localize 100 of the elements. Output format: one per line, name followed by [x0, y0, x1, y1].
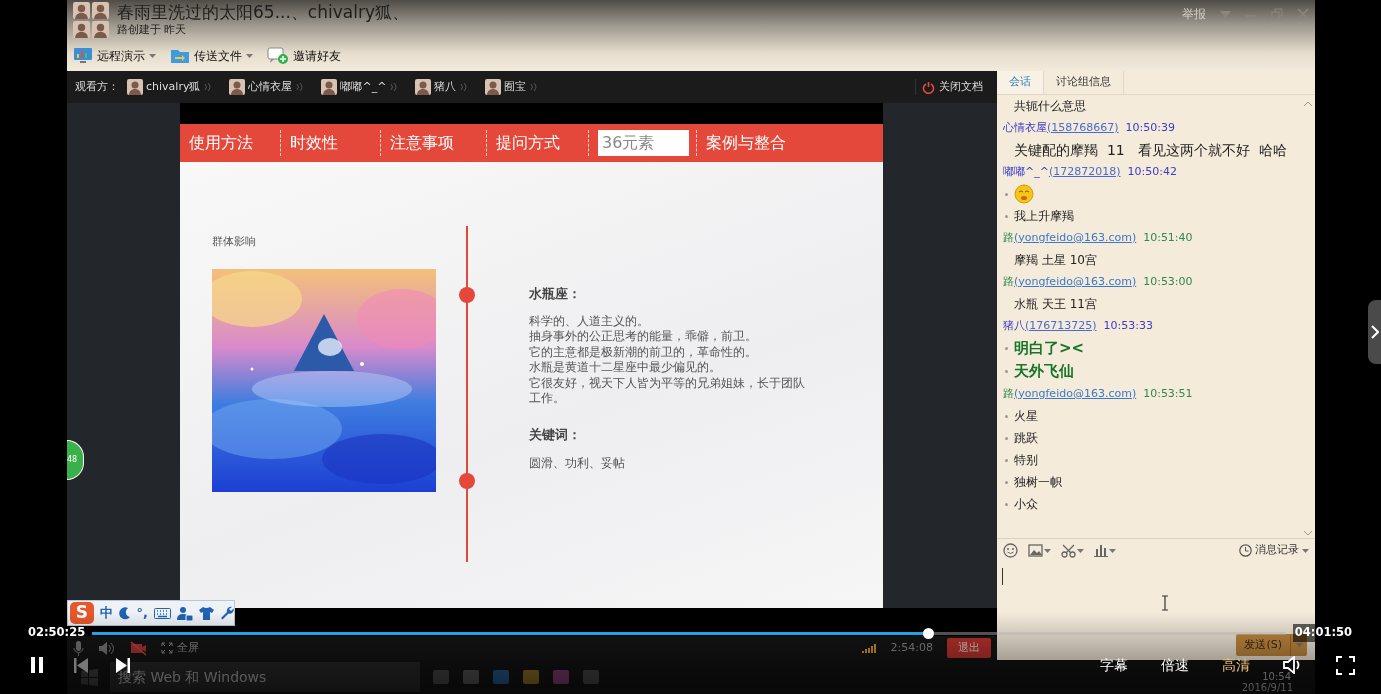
avatar-icon: [73, 2, 90, 19]
sound-icon: [459, 82, 470, 92]
microphone-icon[interactable]: [73, 639, 84, 657]
section-label: 群体影响: [212, 234, 257, 250]
avatar-icon: [73, 21, 90, 38]
sound-icon: [529, 82, 540, 92]
toolbar-button[interactable]: 远程演示: [73, 46, 156, 65]
viewer-name: 囿宝: [504, 78, 527, 95]
slide-nav-tab[interactable]: 案例与整合: [706, 131, 786, 155]
avatar-icon: [485, 79, 502, 95]
account-link[interactable]: (yongfeido@163.com): [1014, 273, 1137, 291]
scroll-up-icon[interactable]: [1303, 101, 1313, 107]
scroll-down-icon[interactable]: [1303, 530, 1313, 536]
search-field[interactable]: 搜索 Web 和 Windows: [110, 662, 420, 692]
slide-paragraph: 科学的、人道主义的。 抽身事外的公正思考的能量，乖僻，前卫。 它的主意都是极新潮的前卫的，革命性的。 水瓶是黄道十二星座中最少偏见的。 它很友好，视天下人皆为平等的兄弟姐妹，长于团队工作。: [529, 313, 805, 407]
slide-nav-tab[interactable]: 注意事项: [390, 131, 454, 155]
close-document-button[interactable]: 关闭文档: [915, 78, 989, 96]
viewer-name: chivalry狐: [146, 78, 201, 95]
player-option[interactable]: 倍速: [1161, 654, 1189, 676]
sound-icon: [203, 82, 214, 92]
chat-tab[interactable]: 讨论组信息: [1044, 71, 1124, 94]
caret-icon: [1302, 548, 1309, 553]
total-time: 04:01:50: [1292, 624, 1354, 642]
slide-heading: 关键词：: [529, 426, 582, 442]
caret-icon: [246, 53, 253, 58]
slide-heading: 水瓶座：: [529, 286, 582, 302]
sound-icon: [389, 82, 400, 92]
player-option[interactable]: 字幕: [1100, 654, 1128, 676]
viewer-name: 心情衣屋: [248, 78, 293, 95]
report-link[interactable]: 举报: [1182, 5, 1206, 23]
message-time: 10:50:39: [1125, 119, 1175, 136]
scissors-icon[interactable]: [1061, 543, 1076, 558]
slide-nav-tab[interactable]: 提问方式: [496, 131, 560, 155]
account-link[interactable]: (172872018): [1048, 163, 1121, 181]
sender-name: 路: [1003, 229, 1014, 246]
message-text: 明白了><: [1014, 338, 1085, 360]
message-text: 水瓶 天王 11宫: [1014, 296, 1097, 313]
avatar-icon: [92, 21, 109, 38]
bar-chart-icon[interactable]: [1094, 544, 1108, 557]
keyboard-icon[interactable]: [154, 607, 171, 619]
slide-nav-tab[interactable]: 时效性: [290, 131, 338, 155]
toolbar-button[interactable]: 邀请好友: [267, 46, 341, 65]
player-option[interactable]: 高清: [1222, 654, 1250, 676]
window-title: 春雨里洗过的太阳65...、chivalry狐、: [117, 2, 409, 23]
previous-icon[interactable]: [73, 656, 89, 674]
caret-icon: [149, 53, 156, 58]
avatar-icon: [92, 2, 109, 19]
smiley-icon[interactable]: [1003, 543, 1018, 558]
viewer-name: 嘟嘟^_^: [340, 78, 387, 95]
progress-thumb[interactable]: [922, 627, 934, 639]
call-duration: 2:54:08: [890, 639, 933, 656]
keywords-text: 圆滑、功利、妥帖: [529, 456, 626, 472]
ime-punctuation-button[interactable]: °,: [136, 603, 148, 623]
signal-icon: [861, 643, 877, 653]
message-text: 关键配的摩羯 11 看见这两个就不好 哈哈: [1014, 140, 1287, 160]
side-panel-toggle[interactable]: [1368, 300, 1381, 364]
windows-icon[interactable]: [81, 668, 98, 686]
send-button[interactable]: 发送(S): [1236, 634, 1290, 656]
user-icon[interactable]: [177, 605, 193, 621]
ime-mode-button[interactable]: 中: [99, 603, 113, 623]
caret-icon[interactable]: [1109, 548, 1116, 553]
wrench-icon[interactable]: [220, 606, 234, 620]
message-text: 火星: [1014, 408, 1038, 425]
account-link[interactable]: (176713725): [1025, 317, 1097, 335]
history-button[interactable]: 消息记录: [1239, 542, 1309, 559]
avatar-icon: [415, 79, 432, 95]
caret-icon[interactable]: [1044, 548, 1051, 553]
emoji-icon: [1014, 184, 1034, 204]
slide-nav-tab[interactable]: 36元素: [598, 130, 689, 156]
ime-logo[interactable]: S: [70, 602, 94, 624]
message-time: 10:50:42: [1127, 163, 1177, 180]
viewer-name: 猪八: [434, 78, 457, 95]
image-icon[interactable]: [1028, 544, 1043, 557]
avatar-icon: [229, 79, 246, 95]
exit-button[interactable]: 退出: [947, 637, 991, 659]
moon-icon[interactable]: [118, 606, 131, 620]
sender-name: 路: [1003, 273, 1014, 290]
caret-icon[interactable]: [1077, 548, 1084, 553]
account-link[interactable]: (yongfeido@163.com): [1014, 229, 1137, 247]
message-time: 10:51:40: [1143, 229, 1193, 246]
sender-name: 猪八: [1003, 317, 1025, 334]
taskbar-date: 2016/9/11: [1241, 682, 1293, 693]
account-link[interactable]: (yongfeido@163.com): [1014, 385, 1137, 403]
message-text: 我上升摩羯: [1014, 208, 1074, 225]
fullscreen-icon[interactable]: [1336, 655, 1355, 675]
message-text: 独树一帜: [1014, 474, 1062, 491]
shirt-icon[interactable]: [199, 606, 214, 620]
message-time: 10:53:33: [1103, 317, 1153, 334]
sender-name: 嘟嘟^_^: [1003, 163, 1049, 180]
account-link[interactable]: (158768667): [1047, 119, 1119, 137]
text-cursor-icon: [1161, 595, 1169, 611]
send-options-button[interactable]: [1290, 634, 1307, 656]
slide-nav-tab[interactable]: 使用方法: [189, 131, 253, 155]
message-text: 共轭什么意思: [1014, 98, 1086, 115]
chat-tab[interactable]: 会话: [997, 71, 1044, 94]
pause-icon[interactable]: [30, 656, 44, 674]
power-icon: [922, 80, 935, 94]
sender-name: 路: [1003, 385, 1014, 402]
toolbar-button[interactable]: 传送文件: [170, 46, 253, 65]
fullscreen-button[interactable]: 全屏: [161, 639, 199, 657]
